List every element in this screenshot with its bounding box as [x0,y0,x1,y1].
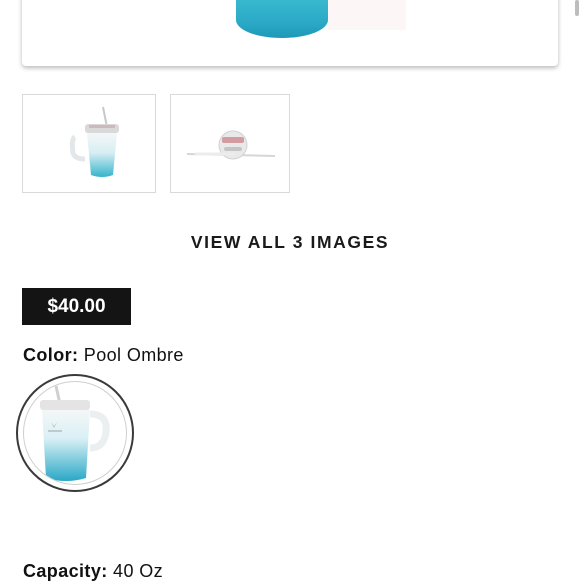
tumbler-swatch-image [40,385,110,481]
swatch-image-frame [23,381,127,485]
capacity-selection-label: Capacity: 40 Oz [23,561,163,582]
color-swatch-pool-ombre[interactable] [16,374,134,492]
thumbnail-lid[interactable] [170,94,290,193]
color-label: Color: [23,345,79,365]
thumbnail-tumbler[interactable] [22,94,156,193]
capacity-label: Capacity: [23,561,108,581]
capacity-value: 40 Oz [113,561,164,581]
tumbler-thumbnail-image [69,106,119,177]
tumbler-base-image [236,0,328,38]
color-selection-label: Color: Pool Ombre [23,345,184,366]
color-value: Pool Ombre [83,345,184,365]
lid-thumbnail-image [186,130,276,160]
image-background-reflection [328,0,406,30]
main-product-image[interactable] [22,0,558,66]
scrollbar[interactable] [575,0,579,16]
price-badge: $40.00 [22,288,131,325]
view-all-images-link[interactable]: VIEW ALL 3 IMAGES [0,232,580,253]
